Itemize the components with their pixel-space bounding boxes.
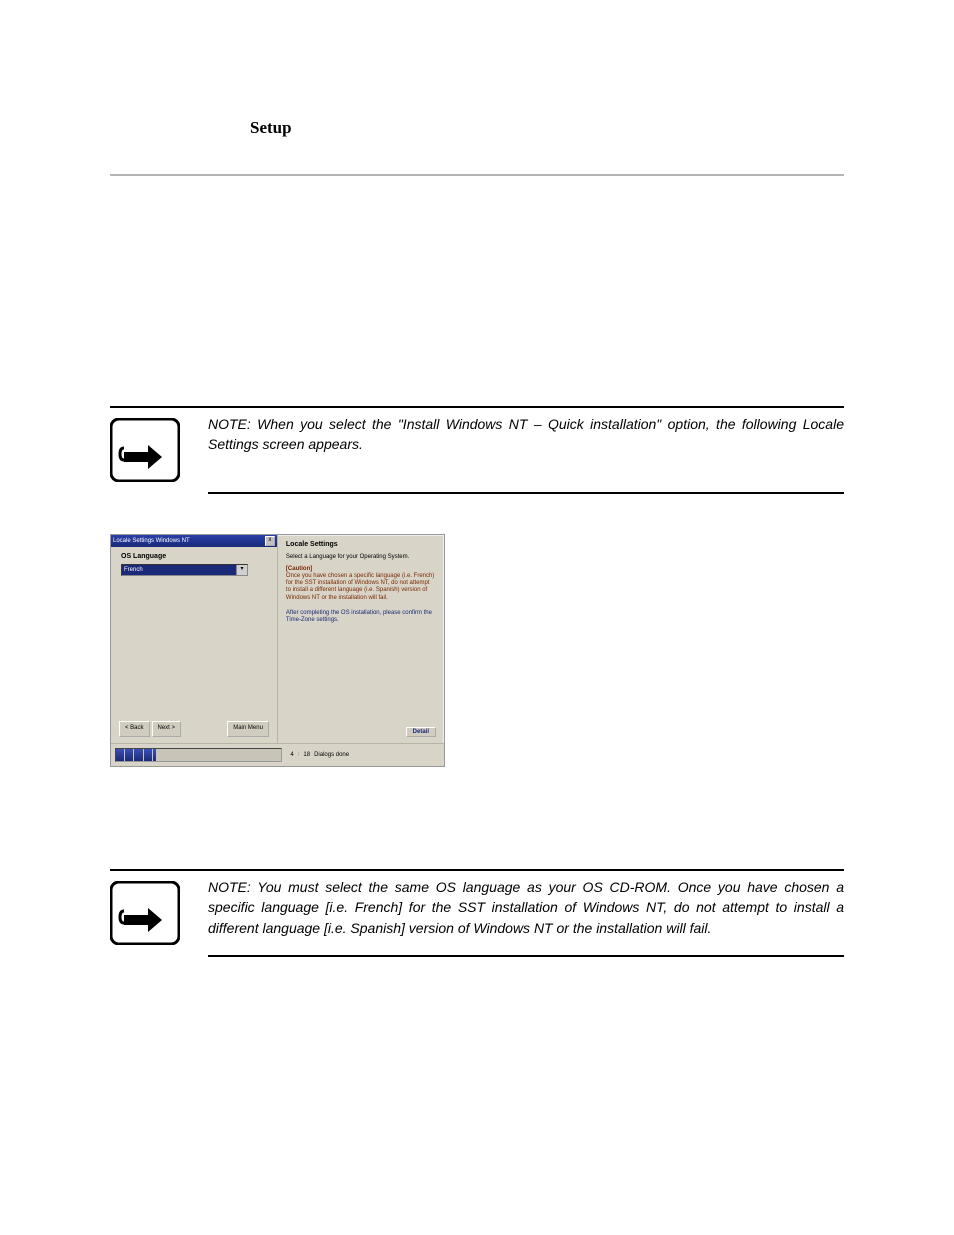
pointing-hand-icon	[110, 881, 180, 945]
progress-sep: /	[298, 752, 300, 758]
section-title: Setup	[250, 118, 844, 138]
screenshot-status-bar: 100 4 / 18 Dialogs done	[111, 743, 444, 766]
chevron-down-icon[interactable]: ▾	[236, 565, 247, 575]
note-bottom-rule-2	[208, 955, 844, 957]
caution-label: [Caution]	[286, 566, 436, 572]
detail-button[interactable]: Detail	[406, 727, 436, 737]
pointing-hand-icon	[110, 418, 180, 482]
progress-current: 4	[290, 752, 293, 758]
locale-settings-screenshot: Locale Settings Windows NT x OS Language…	[110, 534, 445, 767]
progress-bar: 100	[115, 748, 282, 762]
right-timezone-text: After completing the OS installation, pl…	[286, 610, 436, 624]
os-language-select[interactable]: French ▾	[121, 564, 248, 576]
main-menu-button[interactable]: Main Menu	[227, 721, 269, 737]
back-button[interactable]: < Back	[119, 721, 150, 737]
screenshot-right-pane: Locale Settings Select a Language for yo…	[278, 535, 444, 743]
progress-scale: 100	[271, 748, 279, 749]
screenshot-title: Locale Settings Windows NT	[113, 538, 190, 544]
note-text-1: NOTE: When you select the "Install Windo…	[208, 414, 844, 455]
document-page: Setup NOTE: When you select the "Install…	[0, 0, 954, 1235]
progress-total: 18	[303, 752, 310, 758]
os-language-label: OS Language	[121, 553, 267, 560]
note-row-2: NOTE: You must select the same OS langua…	[110, 877, 844, 945]
right-heading: Locale Settings	[286, 541, 436, 548]
note-top-rule	[110, 406, 844, 408]
note-block-1: NOTE: When you select the "Install Windo…	[110, 406, 844, 494]
note-text-2: NOTE: You must select the same OS langua…	[208, 877, 844, 938]
screenshot-titlebar: Locale Settings Windows NT x	[111, 535, 277, 547]
note-bottom-rule	[208, 492, 844, 494]
close-icon[interactable]: x	[265, 536, 275, 546]
os-language-value: French	[122, 565, 236, 575]
note-block-2: NOTE: You must select the same OS langua…	[110, 869, 844, 957]
note-top-rule-2	[110, 869, 844, 871]
next-button[interactable]: Next >	[152, 721, 182, 737]
progress-label: Dialogs done	[314, 752, 349, 758]
caution-text: Once you have chosen a specific language…	[286, 573, 436, 602]
note-row: NOTE: When you select the "Install Windo…	[110, 414, 844, 482]
screenshot-left-pane: Locale Settings Windows NT x OS Language…	[111, 535, 278, 743]
right-select-language-text: Select a Language for your Operating Sys…	[286, 554, 436, 560]
header-rule	[110, 174, 844, 176]
